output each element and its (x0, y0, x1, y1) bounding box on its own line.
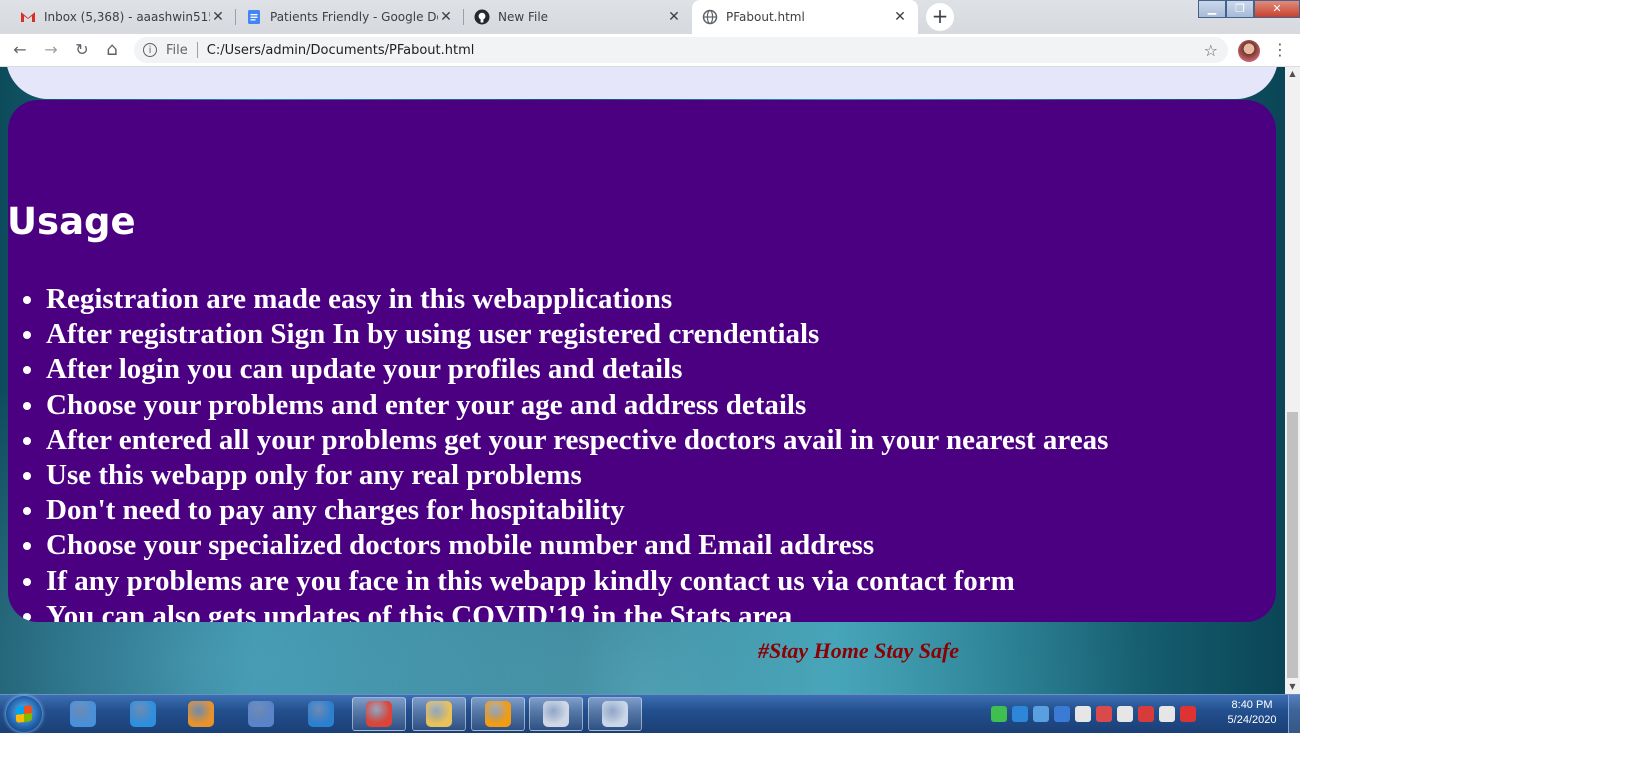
profile-avatar[interactable] (1238, 40, 1260, 62)
bluetooth-tray-icon[interactable] (1053, 706, 1070, 722)
usage-item: After entered all your problems get your… (46, 423, 1108, 458)
reload-button[interactable]: ↻ (72, 40, 92, 60)
network-tool-icon (248, 701, 274, 727)
taskbar-app-button[interactable] (116, 697, 170, 731)
paint-icon (602, 701, 628, 727)
scroll-up-arrow-icon[interactable]: ▲ (1285, 67, 1300, 81)
scroll-down-arrow-icon[interactable]: ▼ (1285, 680, 1300, 694)
gmail-icon (21, 12, 35, 22)
window-controls: ▁ ❐ ✕ (1198, 0, 1300, 18)
info-icon[interactable]: i (143, 43, 157, 57)
close-window-button[interactable]: ✕ (1254, 0, 1300, 18)
usage-heading: Usage (8, 200, 136, 243)
sublime-text-icon (485, 701, 511, 727)
taskbar-app-button[interactable] (56, 697, 110, 731)
globe-icon (702, 9, 718, 25)
address-scheme: File (166, 42, 188, 58)
usage-item: Don't need to pay any charges for hospit… (46, 493, 1108, 528)
taskbar-app-button[interactable] (174, 697, 228, 731)
taskbar-app-button[interactable] (588, 697, 642, 731)
address-url[interactable]: C:/Users/admin/Documents/PFabout.html (207, 43, 475, 58)
tab-gmail-inbox[interactable]: Inbox (5,368) - aaashwin515@gm ✕ (0, 0, 236, 34)
stay-home-tagline: #Stay Home Stay Safe (758, 638, 960, 663)
tab-github-new-file[interactable]: New File ✕ (464, 0, 692, 34)
taskbar-app-button[interactable] (412, 697, 466, 731)
taskbar-app-button[interactable] (234, 697, 288, 731)
usage-item: Registration are made easy in this webap… (46, 282, 1108, 317)
address-divider (196, 42, 198, 58)
usage-item: Use this webapp only for any real proble… (46, 458, 1108, 493)
power-tray-icon[interactable] (1158, 706, 1175, 722)
tab-close-icon[interactable]: ✕ (892, 9, 908, 25)
media-player-icon (188, 701, 214, 727)
page-scrollbar[interactable]: ▲ ▼ (1285, 67, 1300, 694)
tab-title: PFabout.html (726, 10, 805, 24)
forward-button[interactable]: → (41, 40, 61, 60)
taskbar-app-button[interactable] (352, 697, 406, 731)
google-docs-icon (248, 10, 260, 24)
taskbar-clock[interactable]: 8:40 PM 5/24/2020 (1222, 698, 1282, 728)
show-desktop-button[interactable] (1288, 695, 1301, 733)
volume-tray-icon[interactable] (1116, 706, 1133, 722)
maximize-button[interactable]: ❐ (1226, 0, 1254, 18)
usage-list: Registration are made easy in this webap… (12, 282, 1108, 622)
display-tray-icon[interactable] (1032, 706, 1049, 722)
tab-title: Inbox (5,368) - aaashwin515@gm (44, 10, 210, 24)
top-card (6, 67, 1278, 99)
clock-time: 8:40 PM (1231, 699, 1273, 711)
internet-explorer-icon (130, 701, 156, 727)
flag-tray-icon[interactable] (1179, 706, 1196, 722)
taskbar-app-button[interactable] (529, 697, 583, 731)
start-button[interactable] (6, 696, 42, 732)
usage-item: If any problems are you face in this web… (46, 564, 1108, 599)
scroll-thumb[interactable] (1287, 412, 1298, 678)
menu-kebab-icon[interactable]: ⋮ (1272, 40, 1288, 62)
sync-tray-icon[interactable] (1095, 706, 1112, 722)
minimize-button[interactable]: ▁ (1198, 0, 1226, 18)
tab-title: New File (498, 10, 549, 24)
tab-title: Patients Friendly - Google Docs (270, 10, 438, 24)
github-icon (474, 9, 490, 25)
antivirus-tray-icon[interactable] (1137, 706, 1154, 722)
back-button[interactable]: ← (10, 40, 30, 60)
tab-close-icon[interactable]: ✕ (438, 9, 454, 25)
taskbar-app-button[interactable] (294, 697, 348, 731)
signal-tray-icon[interactable] (1074, 706, 1091, 722)
clock-date: 5/24/2020 (1227, 714, 1277, 726)
browser-chrome: Inbox (5,368) - aaashwin515@gm ✕ Patient… (0, 0, 1300, 67)
usage-item: After registration Sign In by using user… (46, 317, 1108, 352)
usage-item: Choose your specialized doctors mobile n… (46, 528, 1108, 563)
new-tab-button[interactable]: + (926, 3, 954, 31)
tab-strip: Inbox (5,368) - aaashwin515@gm ✕ Patient… (0, 0, 1300, 34)
windows-taskbar: 8:40 PM 5/24/2020 (0, 694, 1301, 733)
windows-logo-icon (16, 705, 32, 723)
google-chrome-icon (366, 701, 392, 727)
s-tray-icon[interactable] (1011, 706, 1028, 722)
address-bar[interactable]: i File C:/Users/admin/Documents/PFabout.… (134, 37, 1228, 63)
chrome-alt-icon (70, 701, 96, 727)
remote-desktop-icon (543, 701, 569, 727)
usage-item: Choose your problems and enter your age … (46, 388, 1108, 423)
taskbar-app-button[interactable] (471, 697, 525, 731)
usage-item: After login you can update your profiles… (46, 352, 1108, 387)
system-tray (988, 695, 1198, 733)
browser-toolbar: ← → ↻ ⌂ i File C:/Users/admin/Documents/… (0, 34, 1300, 67)
usage-card: Usage Registration are made easy in this… (8, 100, 1276, 622)
tab-pfabout[interactable]: PFabout.html ✕ (692, 0, 918, 34)
tab-close-icon[interactable]: ✕ (210, 9, 226, 25)
home-button[interactable]: ⌂ (102, 40, 122, 60)
file-explorer-icon (426, 701, 452, 727)
shield-tray-icon[interactable] (990, 706, 1007, 722)
usage-item: You can also gets updates of this COVID'… (46, 599, 1108, 622)
page-viewport: Usage Registration are made easy in this… (0, 67, 1285, 694)
bookmark-star-icon[interactable]: ☆ (1204, 41, 1218, 60)
tab-close-icon[interactable]: ✕ (666, 9, 682, 25)
s-app-icon (308, 701, 334, 727)
tab-google-docs[interactable]: Patients Friendly - Google Docs ✕ (236, 0, 464, 34)
